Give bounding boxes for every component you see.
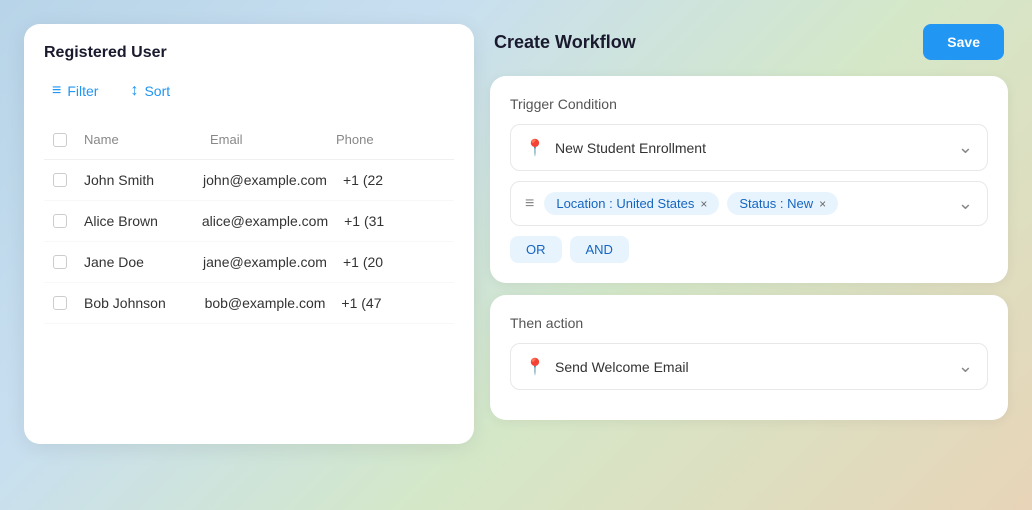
trigger-value: New Student Enrollment [555, 140, 706, 156]
logic-buttons: OR AND [510, 236, 988, 263]
cell-name: John Smith [76, 164, 195, 196]
workflow-header: Create Workflow Save [490, 24, 1008, 60]
chevron-down-icon: ⌄ [958, 137, 973, 158]
pin-icon: 📍 [525, 138, 545, 158]
filter-tags-row[interactable]: ≡ Location : United States × Status : Ne… [510, 181, 988, 226]
filter-label: Filter [67, 83, 98, 99]
trigger-dropdown-left: 📍 New Student Enrollment [525, 138, 706, 158]
header-checkbox[interactable] [53, 133, 67, 147]
location-filter-tag: Location : United States × [544, 192, 719, 215]
filter-tags-container: Location : United States × Status : New … [544, 192, 838, 215]
cell-email: jane@example.com [195, 246, 335, 278]
location-tag-label: Location : United States [556, 196, 694, 211]
table-row: Alice Brown alice@example.com +1 (31 [44, 201, 454, 242]
table-toolbar: ≡ Filter ↕ Sort [44, 78, 454, 104]
status-tag-close[interactable]: × [819, 198, 826, 210]
action-section-label: Then action [510, 315, 988, 331]
filter-icon: ≡ [52, 82, 61, 100]
chevron-down-icon-filter: ⌄ [958, 193, 973, 214]
row-checkbox[interactable] [53, 173, 67, 187]
and-button[interactable]: AND [570, 236, 629, 263]
action-value: Send Welcome Email [555, 359, 689, 375]
action-dropdown-left: 📍 Send Welcome Email [525, 357, 689, 377]
then-action-card: Then action 📍 Send Welcome Email ⌄ [490, 295, 1008, 420]
cell-name: Bob Johnson [76, 287, 197, 319]
trigger-condition-card: Trigger Condition 📍 New Student Enrollme… [490, 76, 1008, 283]
row-checkbox[interactable] [53, 214, 67, 228]
cell-email: bob@example.com [197, 287, 334, 319]
sort-button[interactable]: ↕ Sort [122, 78, 178, 104]
action-pin-icon: 📍 [525, 357, 545, 377]
or-button[interactable]: OR [510, 236, 562, 263]
cell-name: Jane Doe [76, 246, 195, 278]
cell-phone: +1 (20 [335, 246, 454, 278]
sort-icon: ↕ [130, 82, 138, 100]
cell-phone: +1 (31 [336, 205, 454, 237]
row-checkbox-cell [44, 169, 76, 191]
save-button[interactable]: Save [923, 24, 1004, 60]
row-checkbox-cell [44, 251, 76, 273]
users-table: Name Email Phone John Smith john@example… [44, 120, 454, 324]
cell-phone: +1 (22 [335, 164, 454, 196]
sort-label: Sort [144, 83, 170, 99]
col-header-phone: Phone [328, 128, 454, 151]
registered-user-panel: Registered User ≡ Filter ↕ Sort Name Ema… [24, 24, 474, 444]
action-dropdown[interactable]: 📍 Send Welcome Email ⌄ [510, 343, 988, 390]
trigger-dropdown[interactable]: 📍 New Student Enrollment ⌄ [510, 124, 988, 171]
table-row: Jane Doe jane@example.com +1 (20 [44, 242, 454, 283]
cell-name: Alice Brown [76, 205, 194, 237]
row-checkbox-cell [44, 210, 76, 232]
cell-phone: +1 (47 [333, 287, 454, 319]
filter-row-left: ≡ Location : United States × Status : Ne… [525, 192, 838, 215]
row-checkbox-cell [44, 292, 76, 314]
cell-email: alice@example.com [194, 205, 336, 237]
cell-email: john@example.com [195, 164, 335, 196]
filter-lines-icon: ≡ [525, 195, 534, 213]
location-tag-close[interactable]: × [700, 198, 707, 210]
status-tag-label: Status : New [739, 196, 813, 211]
row-checkbox[interactable] [53, 255, 67, 269]
table-header-row: Name Email Phone [44, 120, 454, 160]
filter-button[interactable]: ≡ Filter [44, 78, 106, 104]
trigger-section-label: Trigger Condition [510, 96, 988, 112]
create-workflow-panel: Create Workflow Save Trigger Condition 📍… [490, 24, 1008, 432]
workflow-title: Create Workflow [494, 32, 636, 53]
header-checkbox-cell [44, 128, 76, 151]
row-checkbox[interactable] [53, 296, 67, 310]
table-row: John Smith john@example.com +1 (22 [44, 160, 454, 201]
status-filter-tag: Status : New × [727, 192, 838, 215]
col-header-name: Name [76, 128, 202, 151]
chevron-down-icon-action: ⌄ [958, 356, 973, 377]
left-panel-title: Registered User [44, 44, 454, 62]
table-row: Bob Johnson bob@example.com +1 (47 [44, 283, 454, 324]
col-header-email: Email [202, 128, 328, 151]
